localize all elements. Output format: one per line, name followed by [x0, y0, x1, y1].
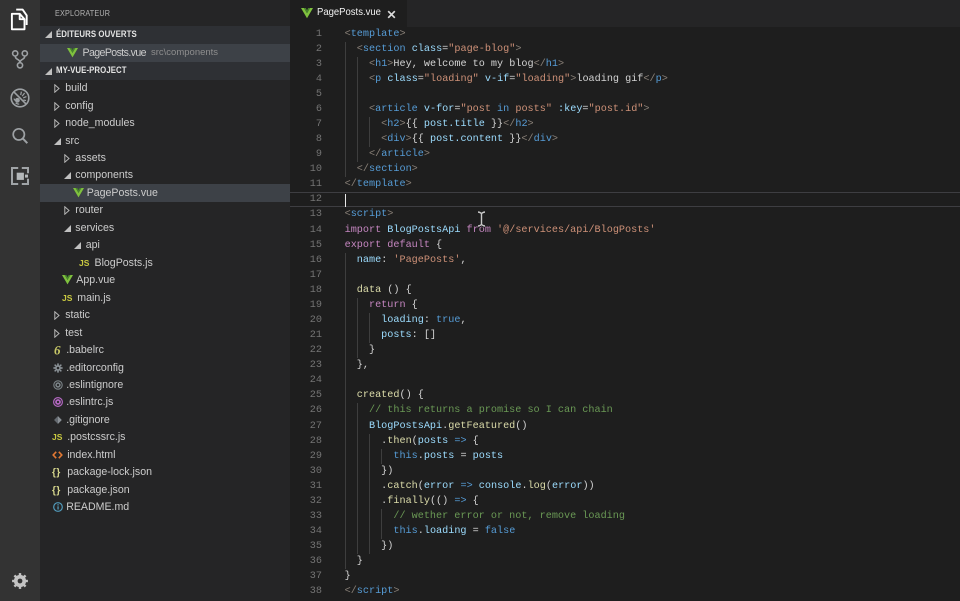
svg-text:JS: JS — [52, 432, 63, 442]
svg-text:{}: {} — [52, 485, 61, 496]
svg-text:{}: {} — [52, 468, 61, 479]
svg-text:JS: JS — [79, 258, 90, 268]
svg-text:JS: JS — [62, 293, 73, 303]
svg-text:6: 6 — [54, 345, 61, 356]
